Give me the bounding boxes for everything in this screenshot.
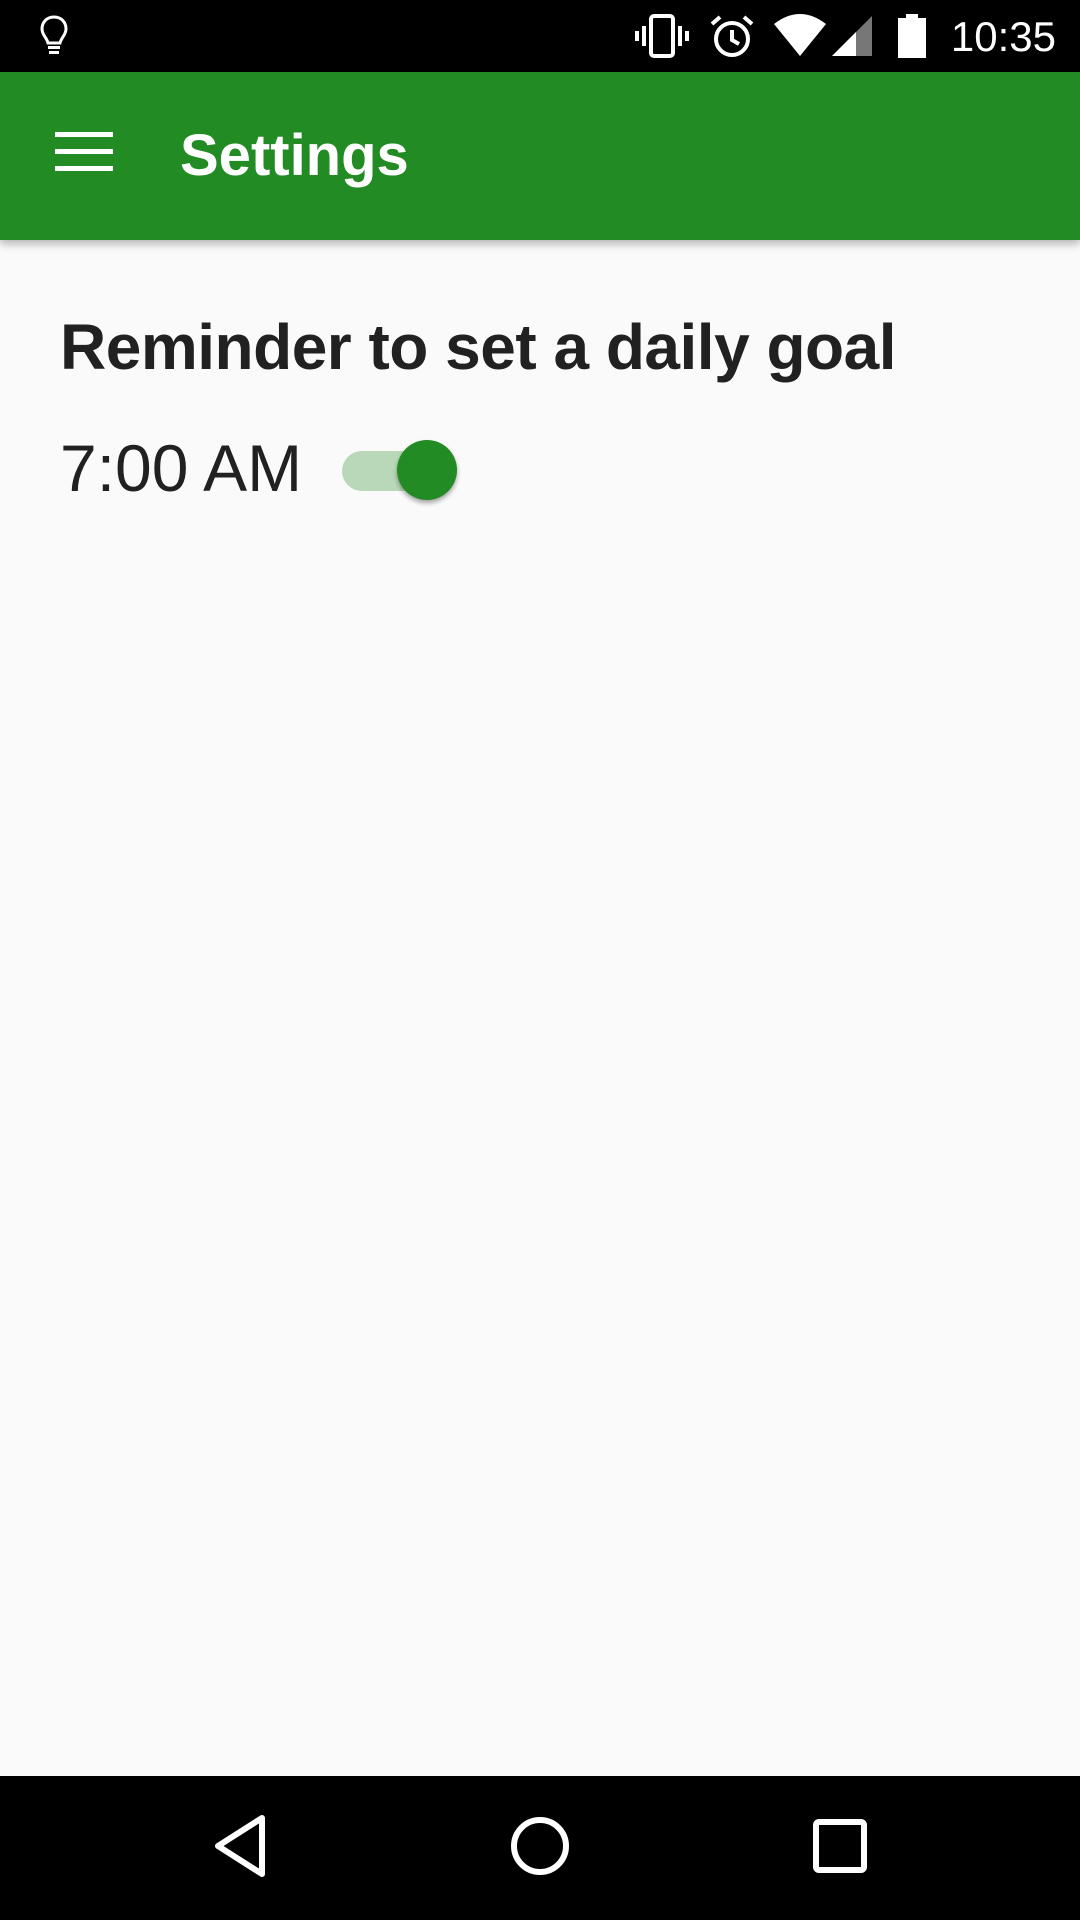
home-button[interactable] [490, 1798, 590, 1898]
toggle-thumb [397, 440, 458, 500]
app-bar: Settings [0, 72, 1080, 240]
back-button[interactable] [190, 1798, 290, 1898]
reminder-row: 7:00 AM [60, 418, 458, 518]
status-time: 10:35 [950, 13, 1056, 60]
signal-icon [830, 0, 874, 72]
home-icon [508, 1814, 572, 1883]
recents-icon [812, 1818, 868, 1879]
vibrate-icon [634, 0, 690, 72]
hamburger-menu-icon [55, 131, 113, 177]
page-title: Settings [180, 123, 409, 188]
navigation-bar [0, 1776, 1080, 1920]
lightbulb-icon [36, 0, 72, 72]
status-bar: 10:35 [0, 0, 1080, 72]
wifi-icon [772, 0, 828, 72]
settings-content: Reminder to set a daily goal 7:00 AM [0, 240, 1080, 1776]
reminder-title: Reminder to set a daily goal [60, 311, 897, 383]
back-icon [210, 1814, 270, 1883]
battery-icon [896, 0, 928, 72]
reminder-toggle[interactable] [342, 433, 458, 503]
alarm-icon [708, 0, 756, 72]
recents-button[interactable] [790, 1798, 890, 1898]
menu-button[interactable] [28, 98, 140, 210]
reminder-time[interactable]: 7:00 AM [60, 430, 302, 506]
